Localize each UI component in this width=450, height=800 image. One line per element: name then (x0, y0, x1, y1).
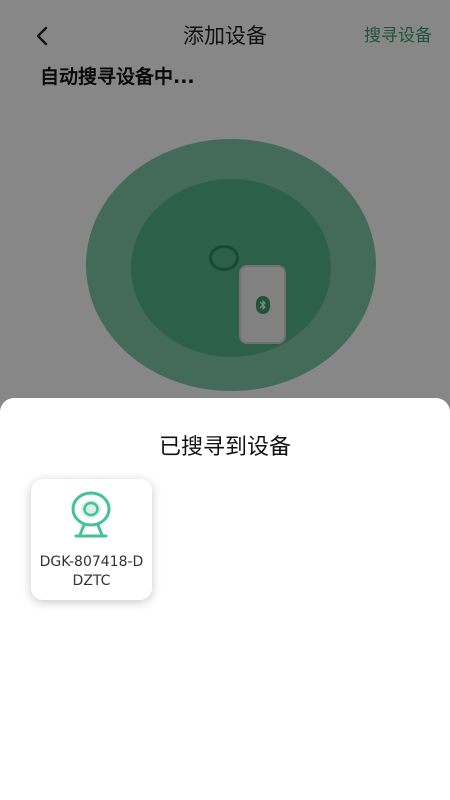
sheet-title: 已搜寻到设备 (158, 435, 291, 460)
device-card[interactable]: DGK-807418-DDZTC (31, 479, 152, 600)
camera-icon (71, 491, 111, 538)
device-name: DGK-807418-DDZTC (39, 554, 144, 589)
found-devices-sheet: 已搜寻到设备 DGK-807418-DDZTC (0, 398, 450, 800)
